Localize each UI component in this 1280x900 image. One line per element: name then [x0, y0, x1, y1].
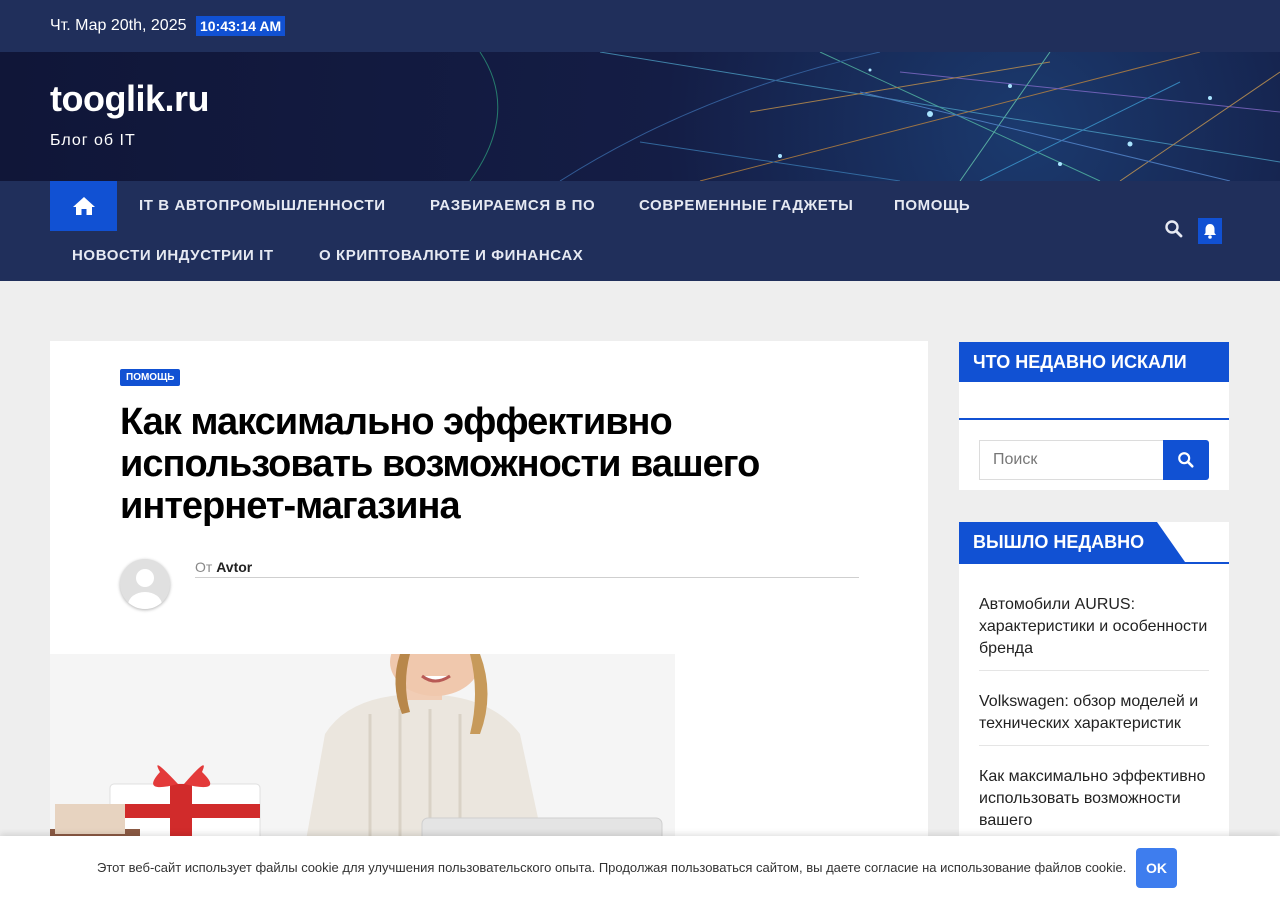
cookie-accept-button[interactable]: OK	[1136, 848, 1177, 888]
site-tagline: Блог об IT	[50, 132, 136, 149]
recent-post-link[interactable]: Volkswagen: обзор моделей и технических …	[979, 691, 1209, 735]
category-badge[interactable]: ПОМОЩЬ	[120, 369, 181, 386]
current-time: 10:43:14 AM	[196, 16, 286, 36]
nav-item-gadgets[interactable]: СОВРЕМЕННЫЕ ГАДЖЕТЫ	[639, 181, 853, 231]
search-icon	[1165, 220, 1183, 238]
cookie-banner: Этот веб-сайт использует файлы cookie дл…	[0, 836, 1280, 900]
cookie-message: Этот веб-сайт использует файлы cookie дл…	[97, 860, 1127, 875]
recent-posts-title: ВЫШЛО НЕДАВНО	[959, 522, 1185, 562]
user-silhouette-icon	[128, 569, 162, 609]
nav-item-it-news[interactable]: НОВОСТИ ИНДУСТРИИ IT	[72, 231, 274, 281]
search-submit-button[interactable]	[1163, 440, 1209, 480]
main-navigation: IT В АВТОПРОМЫШЛЕННОСТИ РАЗБИРАЕМСЯ В ПО…	[0, 181, 1280, 281]
article-card: ПОМОЩЬ Как максимально эффективно исполь…	[50, 341, 928, 861]
list-divider	[979, 670, 1209, 671]
article-title: Как максимально эффективно использовать …	[120, 401, 760, 527]
author-link[interactable]: Avtor	[216, 559, 252, 575]
current-date: Чт. Мар 20th, 2025	[50, 17, 187, 34]
recent-post-link[interactable]: Как максимально эффективно использовать …	[979, 766, 1209, 832]
top-bar: Чт. Мар 20th, 2025 10:43:14 AM	[0, 0, 1280, 52]
nav-item-it-auto[interactable]: IT В АВТОПРОМЫШЛЕННОСТИ	[139, 181, 386, 231]
site-title-link[interactable]: tooglik.ru	[50, 78, 210, 120]
article-byline: От Avtor	[195, 559, 859, 578]
list-divider	[979, 745, 1209, 746]
search-widget-title: ЧТО НЕДАВНО ИСКАЛИ	[959, 342, 1229, 382]
nav-item-software[interactable]: РАЗБИРАЕМСЯ В ПО	[430, 181, 595, 231]
search-input[interactable]	[979, 440, 1165, 480]
author-avatar[interactable]	[120, 559, 170, 609]
recent-post-link[interactable]: Автомобили AURUS: характеристики и особе…	[979, 594, 1209, 660]
article-featured-image	[50, 654, 675, 861]
widget-divider	[959, 418, 1229, 420]
home-icon	[72, 197, 95, 215]
site-header: tooglik.ru Блог об IT	[0, 52, 1280, 181]
byline-prefix: От	[195, 559, 213, 575]
woman-with-laptop-and-gifts-image	[50, 654, 675, 861]
bell-icon	[1204, 224, 1216, 239]
nav-item-help[interactable]: ПОМОЩЬ	[894, 181, 970, 231]
search-widget: ЧТО НЕДАВНО ИСКАЛИ	[959, 342, 1229, 490]
header-search-button[interactable]	[1164, 219, 1184, 239]
nav-item-crypto[interactable]: О КРИПТОВАЛЮТЕ И ФИНАНСАХ	[319, 231, 583, 281]
recent-posts-widget: ВЫШЛО НЕДАВНО Автомобили AURUS: характер…	[959, 522, 1229, 842]
search-icon	[1178, 452, 1194, 468]
home-button[interactable]	[50, 181, 117, 231]
notifications-button[interactable]	[1198, 218, 1222, 244]
widget-divider	[959, 562, 1229, 564]
